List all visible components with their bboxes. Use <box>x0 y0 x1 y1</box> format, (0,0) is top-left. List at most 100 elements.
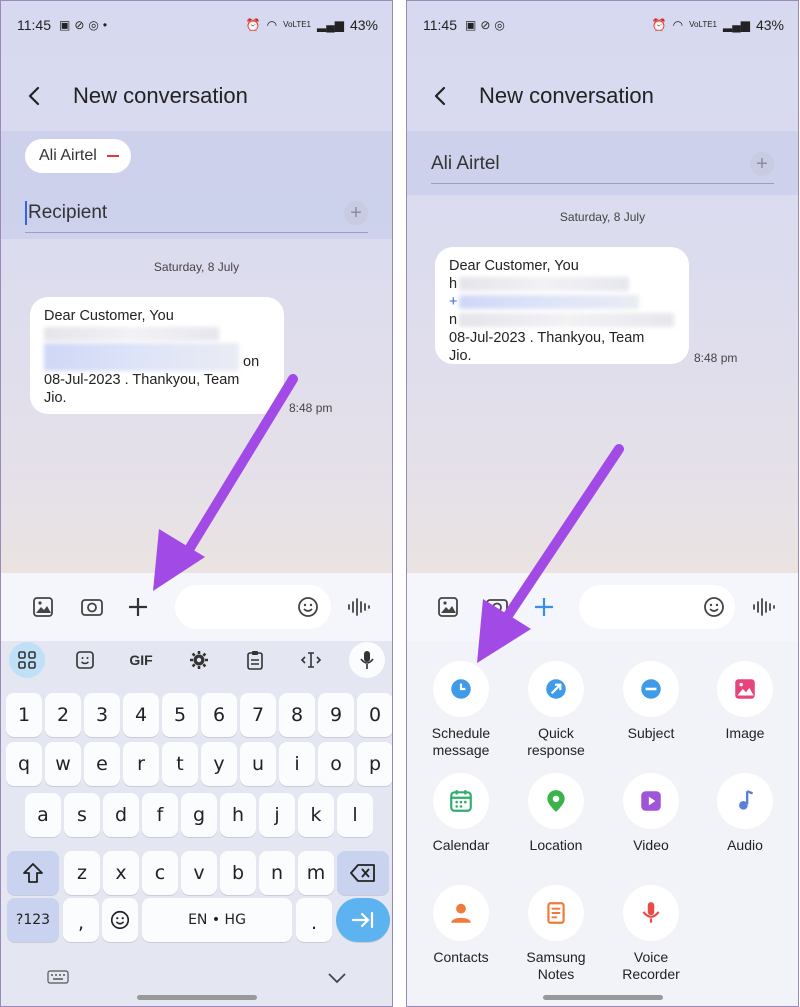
attach-schedule-message[interactable]: Schedule message <box>414 661 508 759</box>
add-recipient-icon[interactable]: + <box>750 152 774 176</box>
gallery-icon[interactable] <box>435 594 461 620</box>
home-handle[interactable] <box>136 995 257 1000</box>
emoji-key[interactable] <box>102 898 138 942</box>
comma-key[interactable]: , <box>63 898 99 942</box>
hide-keyboard-icon[interactable] <box>327 972 347 984</box>
key-e[interactable]: e <box>84 742 120 786</box>
camera-icon[interactable] <box>79 594 105 620</box>
recipient-placeholder: Recipient <box>28 202 108 223</box>
key-r[interactable]: r <box>123 742 159 786</box>
signal-icon: ▂▄▆ <box>723 18 750 32</box>
message-time: 8:48 pm <box>289 401 333 415</box>
remove-recipient-icon[interactable] <box>106 155 119 157</box>
attach-image[interactable]: Image <box>698 661 792 742</box>
attach-quick-response[interactable]: Quick response <box>509 661 603 759</box>
text-cursor-control-icon[interactable] <box>293 642 329 678</box>
key-s[interactable]: s <box>64 793 100 837</box>
message-bubble[interactable]: Dear Customer, You h + n 08-Jul-2023 . T… <box>435 247 689 364</box>
key-o[interactable]: o <box>318 742 354 786</box>
recipient-name: Ali Airtel <box>431 153 500 174</box>
keyboard-switch-icon[interactable] <box>47 970 69 984</box>
sticker-icon[interactable] <box>67 642 103 678</box>
gif-button[interactable]: GIF <box>123 642 159 678</box>
message-word: on <box>243 354 260 370</box>
attach-video[interactable]: Video <box>604 773 698 854</box>
attach-label: Subject <box>627 725 675 741</box>
recipient-input[interactable]: Recipient + <box>25 194 368 233</box>
key-t[interactable]: t <box>162 742 198 786</box>
home-handle[interactable] <box>542 995 663 1000</box>
key-i[interactable]: i <box>279 742 315 786</box>
attach-voice-recorder[interactable]: Voice Recorder <box>604 885 698 983</box>
recipient-input[interactable]: Ali Airtel + <box>431 145 774 184</box>
key-3[interactable]: 3 <box>84 693 120 737</box>
key-l[interactable]: l <box>337 793 373 837</box>
attach-samsung-notes[interactable]: Samsung Notes <box>509 885 603 983</box>
key-1[interactable]: 1 <box>6 693 42 737</box>
space-key[interactable]: EN • HG <box>142 898 292 942</box>
redacted-link <box>459 295 640 309</box>
recipient-chip-label: Ali Airtel <box>39 147 97 164</box>
app-header: New conversation <box>1 71 392 121</box>
key-n[interactable]: n <box>259 851 295 895</box>
volte-label: VoLTE1 <box>283 20 311 29</box>
shift-key[interactable] <box>7 851 59 895</box>
key-z[interactable]: z <box>64 851 100 895</box>
key-q[interactable]: q <box>6 742 42 786</box>
backspace-key[interactable] <box>337 851 389 895</box>
attach-label: Calendar <box>432 837 490 853</box>
left-screen: 11:45 ▣ ⊘ ◎ • ⏰ ◠ VoLTE1 ▂▄▆ 43% New con… <box>0 0 393 1007</box>
key-h[interactable]: h <box>220 793 256 837</box>
key-u[interactable]: u <box>240 742 276 786</box>
key-y[interactable]: y <box>201 742 237 786</box>
key-0[interactable]: 0 <box>357 693 392 737</box>
message-line: Jio. <box>44 390 67 406</box>
voice-input-mic-icon[interactable] <box>349 642 385 678</box>
add-recipient-icon[interactable]: + <box>344 201 368 225</box>
key-c[interactable]: c <box>142 851 178 895</box>
key-p[interactable]: p <box>357 742 392 786</box>
key-2[interactable]: 2 <box>45 693 81 737</box>
key-b[interactable]: b <box>220 851 256 895</box>
gallery-icon[interactable] <box>30 594 56 620</box>
back-arrow-icon[interactable] <box>431 86 451 106</box>
key-8[interactable]: 8 <box>279 693 315 737</box>
key-m[interactable]: m <box>298 851 334 895</box>
clipboard-icon[interactable] <box>237 642 273 678</box>
key-x[interactable]: x <box>103 851 139 895</box>
key-w[interactable]: w <box>45 742 81 786</box>
apps-grid-icon[interactable] <box>9 642 45 678</box>
message-bubble[interactable]: Dear Customer, You on 08-Jul-2023 . Than… <box>30 297 284 414</box>
add-attachment-icon[interactable] <box>531 594 557 620</box>
key-g[interactable]: g <box>181 793 217 837</box>
key-6[interactable]: 6 <box>201 693 237 737</box>
recipient-chip[interactable]: Ali Airtel <box>25 139 131 173</box>
period-key[interactable]: . <box>296 898 332 942</box>
key-5[interactable]: 5 <box>162 693 198 737</box>
key-j[interactable]: j <box>259 793 295 837</box>
emoji-icon[interactable] <box>295 594 321 620</box>
attach-calendar[interactable]: Calendar <box>414 773 508 854</box>
key-9[interactable]: 9 <box>318 693 354 737</box>
attach-subject[interactable]: Subject <box>604 661 698 742</box>
key-7[interactable]: 7 <box>240 693 276 737</box>
back-arrow-icon[interactable] <box>25 86 45 106</box>
key-v[interactable]: v <box>181 851 217 895</box>
camera-icon[interactable] <box>484 594 510 620</box>
attach-label: Contacts <box>433 949 489 965</box>
voice-wave-icon[interactable] <box>751 594 777 620</box>
symbols-key[interactable]: ?123 <box>7 898 59 942</box>
key-k[interactable]: k <box>298 793 334 837</box>
key-4[interactable]: 4 <box>123 693 159 737</box>
attach-location[interactable]: Location <box>509 773 603 854</box>
voice-wave-icon[interactable] <box>346 594 372 620</box>
enter-tab-key[interactable] <box>336 898 390 942</box>
attach-audio[interactable]: Audio <box>698 773 792 854</box>
key-d[interactable]: d <box>103 793 139 837</box>
emoji-icon[interactable] <box>701 594 727 620</box>
attach-contacts[interactable]: Contacts <box>414 885 508 966</box>
add-attachment-icon[interactable] <box>125 594 151 620</box>
key-f[interactable]: f <box>142 793 178 837</box>
settings-gear-icon[interactable] <box>181 642 217 678</box>
key-a[interactable]: a <box>25 793 61 837</box>
